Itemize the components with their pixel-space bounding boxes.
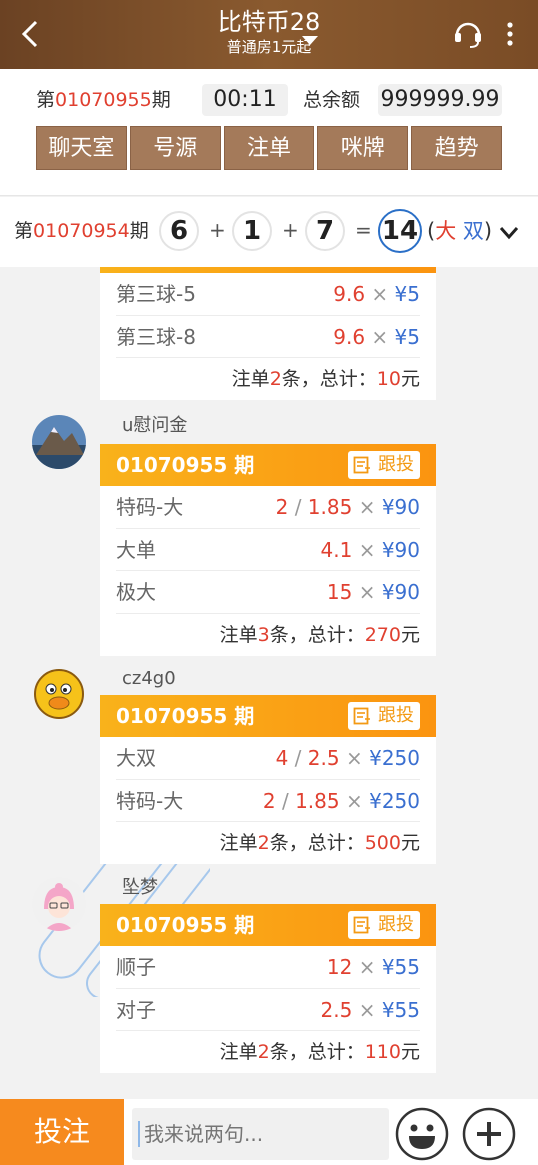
follow-bet-button[interactable]: 跟投 [348, 911, 420, 939]
bet-row: 第三球-8 9.6 × ¥5 [116, 316, 420, 358]
username: 坠梦 [122, 877, 158, 898]
card-header: 01070955 期 跟投 [100, 695, 436, 737]
bet-row: 极大 15 × ¥90 [116, 571, 420, 614]
avatar[interactable] [32, 667, 86, 721]
chat-input[interactable] [132, 1108, 389, 1160]
headset-icon[interactable] [450, 16, 486, 52]
username: u慰问金 [122, 415, 188, 436]
bet-total: 注单3条，总计：270元 [219, 623, 420, 646]
countdown-timer: 00:11 [202, 84, 288, 116]
tab-peek[interactable]: 咪牌 [317, 126, 409, 170]
bet-button[interactable]: 投注 [0, 1099, 124, 1165]
bet-card: 01070955 期 跟投 顺子 12 × ¥55 对子 2.5 × ¥55 注单2… [100, 904, 436, 1073]
result-ball: 7 [305, 211, 345, 251]
text-cursor [138, 1121, 140, 1147]
card-period: 01070955 期 [116, 704, 255, 728]
tab-trend[interactable]: 趋势 [411, 126, 502, 170]
result-ball: 1 [232, 211, 272, 251]
bet-row: 顺子 12 × ¥55 [116, 946, 420, 989]
bet-total: 注单2条，总计：110元 [219, 1041, 420, 1063]
card-period: 01070955 期 [116, 453, 255, 477]
plus-icon[interactable] [462, 1107, 516, 1161]
balance-label: 总余额 [303, 89, 361, 111]
emoji-icon[interactable] [395, 1107, 449, 1161]
bet-card: 第三球-5 9.6 × ¥5 第三球-8 9.6 × ¥5 注单2条，总计：10元 [100, 267, 436, 400]
equals-sign: = [355, 218, 372, 242]
chat-message-list[interactable]: 第三球-5 9.6 × ¥5 第三球-8 9.6 × ¥5 注单2条，总计：10元 … [0, 267, 538, 1099]
avatar[interactable] [32, 877, 86, 931]
bet-row: 特码-大 2 / 1.85 × ¥250 [116, 780, 420, 822]
bet-row: 大单 4.1 × ¥90 [116, 529, 420, 571]
follow-icon [353, 707, 370, 725]
result-ball: 6 [159, 211, 199, 251]
balance-value: 999999.99 [378, 84, 502, 116]
period-info-panel: 第01070955期 00:11 总余额 999999.99 聊天室 号源 注单… [0, 69, 538, 196]
follow-icon [353, 456, 370, 474]
bet-card: 01070955 期 跟投 特码-大 2 / 1.85 × ¥90 大单 4.1 ×… [100, 444, 436, 656]
result-sum: 14 [378, 209, 422, 253]
follow-icon [353, 916, 370, 934]
more-icon[interactable] [498, 18, 522, 50]
card-period: 01070955 期 [116, 913, 255, 937]
bet-row: 特码-大 2 / 1.85 × ¥90 [116, 486, 420, 529]
current-period: 第01070955期 [36, 89, 171, 111]
last-result-bar[interactable]: 第01070954期 6 + 1 + 7 = 14 (大 双) [0, 197, 538, 267]
chevron-down-icon[interactable] [498, 225, 520, 241]
result-tags: (大 双) [427, 219, 493, 243]
plus-sign: + [209, 218, 226, 242]
bet-row: 对子 2.5 × ¥55 [116, 989, 420, 1031]
app-header: 比特币28 普通房1元起 [0, 0, 538, 69]
bet-card: 01070955 期 跟投 大双 4 / 2.5 × ¥250 特码-大 2 / 1… [100, 695, 436, 864]
bet-total: 注单2条，总计：10元 [231, 368, 420, 390]
bet-total: 注单2条，总计：500元 [219, 832, 420, 854]
last-period: 第01070954期 [14, 220, 149, 242]
room-tabs: 聊天室 号源 注单 咪牌 趋势 [36, 126, 502, 170]
card-header: 01070955 期 跟投 [100, 904, 436, 946]
tab-source[interactable]: 号源 [129, 126, 221, 170]
username: cz4g0 [122, 668, 176, 689]
bet-row: 第三球-5 9.6 × ¥5 [116, 273, 420, 316]
follow-bet-button[interactable]: 跟投 [348, 702, 420, 730]
plus-sign: + [282, 218, 299, 242]
avatar[interactable] [32, 415, 86, 469]
tab-orders[interactable]: 注单 [223, 126, 315, 170]
follow-bet-button[interactable]: 跟投 [348, 451, 420, 479]
bet-row: 大双 4 / 2.5 × ¥250 [116, 737, 420, 780]
card-header: 01070955 期 跟投 [100, 444, 436, 486]
tab-chat[interactable]: 聊天室 [36, 126, 127, 170]
chevron-down-icon[interactable] [302, 36, 318, 45]
